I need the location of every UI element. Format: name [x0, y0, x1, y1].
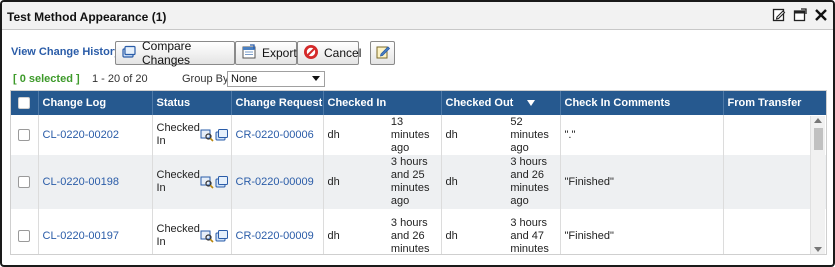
column-header-checked-in[interactable]: Checked In	[323, 91, 442, 115]
scroll-down-arrow-icon[interactable]	[814, 247, 822, 252]
title-bar-icons	[771, 7, 829, 23]
check-in-comment: "Finished"	[560, 209, 724, 254]
checked-out-time: 3 hours and 47 minutes	[510, 216, 549, 255]
select-all-cell[interactable]	[11, 91, 39, 115]
column-header-check-in-comments[interactable]: Check In Comments	[560, 91, 724, 115]
row-checkbox-cell[interactable]	[11, 209, 39, 254]
checked-in-time: 3 hours and 25 minutes ago	[390, 156, 430, 207]
column-header-from-transfer[interactable]: From Transfer	[723, 91, 826, 115]
cancel-icon	[303, 44, 319, 63]
compare-icon	[121, 44, 137, 63]
checked-out-time: 3 hours and 26 minutes ago	[510, 156, 549, 207]
record-range: 1 - 20 of 20	[92, 73, 148, 85]
grid-info-bar: [ 0 selected ] 1 - 20 of 20 Group By Non…	[2, 70, 833, 88]
notes-button[interactable]	[370, 41, 395, 65]
column-header-status[interactable]: Status	[152, 91, 232, 115]
group-by-value: None	[231, 73, 258, 85]
change-log-link[interactable]: CL-0220-00202	[43, 129, 119, 141]
checked-in-user: dh	[327, 229, 340, 242]
checked-out-header-label: Checked Out	[445, 97, 514, 109]
search-details-icon[interactable]	[200, 127, 214, 143]
checked-out-user: dh	[445, 128, 458, 141]
row-checkbox-cell[interactable]	[11, 155, 39, 209]
compare-changes-label: Compare Changes	[142, 39, 192, 67]
change-log-grid: Change Log Status Change Request Checked…	[10, 90, 827, 255]
vertical-scrollbar[interactable]	[810, 116, 825, 254]
check-in-comment: "Finished"	[560, 155, 724, 209]
change-request-link[interactable]: CR-0220-00006	[236, 129, 314, 141]
cancel-button[interactable]: Cancel	[297, 41, 362, 65]
compare-icon[interactable]	[215, 228, 229, 244]
change-log-link[interactable]: CL-0220-00198	[43, 176, 119, 188]
select-all-checkbox[interactable]	[18, 97, 31, 109]
row-checkbox[interactable]	[18, 129, 31, 141]
checked-out-user: dh	[445, 229, 458, 242]
compare-icon[interactable]	[215, 127, 229, 143]
row-checkbox-cell[interactable]	[11, 115, 39, 155]
status-cell: Checked In	[156, 169, 229, 195]
column-header-checked-out[interactable]: Checked Out	[441, 91, 561, 115]
compare-icon[interactable]	[215, 174, 229, 190]
table-row[interactable]: CL-0220-00197 Checked In CR-0220-00009 d…	[11, 209, 826, 255]
edit-icon[interactable]	[771, 7, 787, 23]
export-icon	[241, 43, 257, 63]
group-by-label: Group By	[182, 73, 229, 85]
status-text: Checked In	[156, 223, 200, 248]
sort-descending-icon	[527, 100, 536, 107]
row-checkbox[interactable]	[18, 176, 31, 188]
status-cell: Checked In	[156, 223, 229, 249]
table-row[interactable]: CL-0220-00202 Checked In CR-0220-00006 d…	[11, 115, 826, 155]
dialog-title: Test Method Appearance (1)	[7, 10, 167, 24]
checked-in-user: dh	[327, 128, 340, 141]
notes-icon	[375, 44, 391, 63]
search-details-icon[interactable]	[200, 228, 214, 244]
checked-out-time: 52 minutes ago	[510, 115, 549, 154]
check-in-comment: "."	[560, 115, 724, 155]
checked-out-user: dh	[445, 175, 458, 188]
cancel-label: Cancel	[324, 46, 362, 60]
export-label: Export	[262, 46, 297, 60]
status-text: Checked In	[156, 122, 200, 147]
checked-in-time: 13 minutes ago	[390, 115, 430, 154]
chevron-down-icon	[312, 76, 320, 81]
dialog-window: Test Method Appearance (1) View Change H…	[0, 0, 835, 267]
scroll-up-arrow-icon[interactable]	[814, 118, 822, 123]
grid-header-row: Change Log Status Change Request Checked…	[11, 91, 826, 115]
view-change-history-link[interactable]: View Change History	[11, 46, 120, 58]
toolbar: View Change History Compare Changes Expo…	[2, 38, 833, 67]
checked-in-user: dh	[327, 175, 340, 188]
column-header-change-request[interactable]: Change Request	[231, 91, 324, 115]
change-request-link[interactable]: CR-0220-00009	[236, 176, 314, 188]
compare-changes-button[interactable]: Compare Changes	[115, 39, 235, 67]
column-header-change-log[interactable]: Change Log	[38, 91, 153, 115]
group-by-select[interactable]: None	[227, 71, 325, 87]
close-icon[interactable]	[813, 7, 829, 23]
checked-in-time: 3 hours and 26 minutes	[390, 216, 430, 255]
status-text: Checked In	[156, 169, 200, 194]
change-request-link[interactable]: CR-0220-00009	[236, 230, 314, 242]
title-bar: Test Method Appearance (1)	[2, 2, 833, 30]
change-log-link[interactable]: CL-0220-00197	[43, 230, 119, 242]
status-cell: Checked In	[156, 122, 229, 148]
export-button[interactable]: Export	[235, 41, 297, 65]
search-details-icon[interactable]	[200, 174, 214, 190]
selected-count: [ 0 selected ]	[13, 73, 80, 85]
row-checkbox[interactable]	[18, 230, 31, 242]
table-row[interactable]: CL-0220-00198 Checked In CR-0220-00009 d…	[11, 155, 826, 209]
scrollbar-thumb[interactable]	[814, 128, 823, 150]
popout-window-icon[interactable]	[792, 7, 808, 23]
